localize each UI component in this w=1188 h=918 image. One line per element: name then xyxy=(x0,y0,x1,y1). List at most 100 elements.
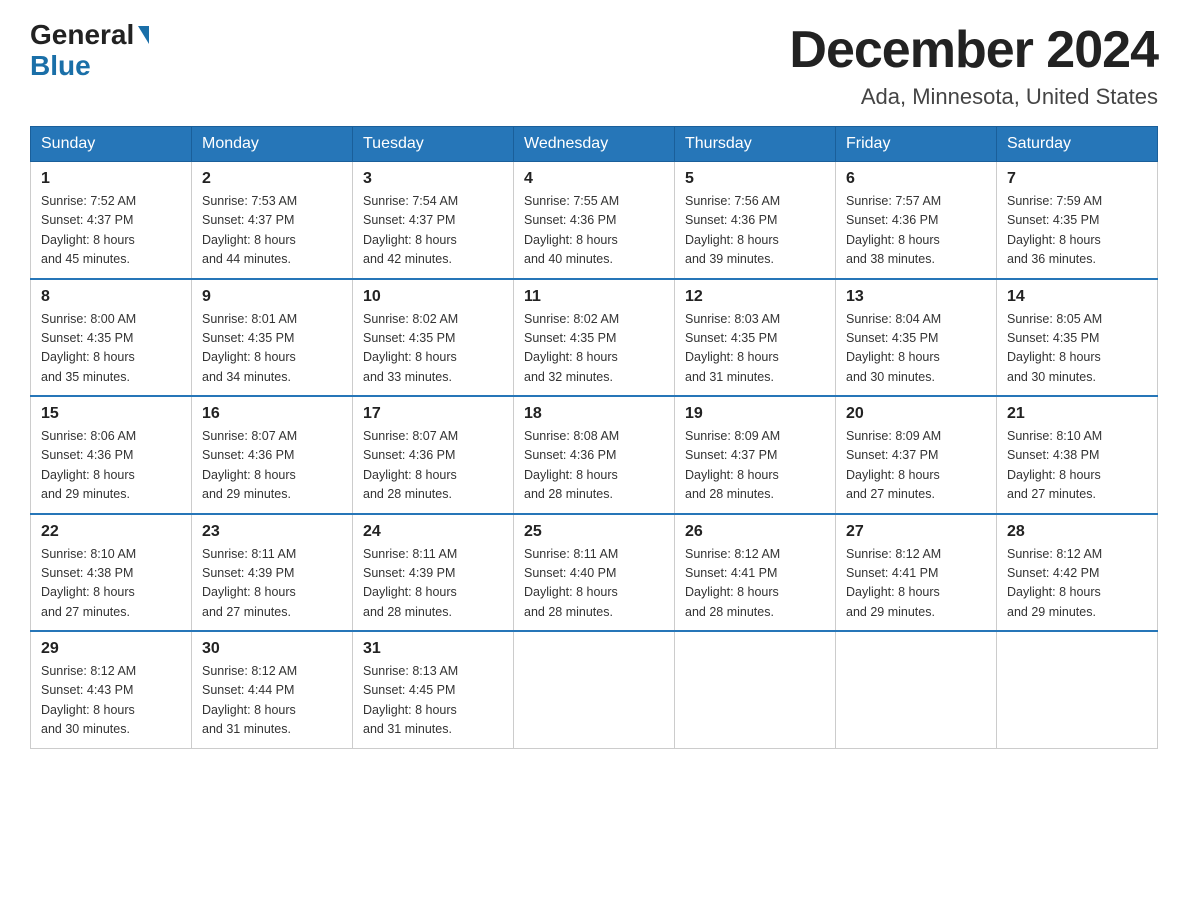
day-number: 13 xyxy=(846,288,986,306)
day-info: Sunrise: 7:55 AMSunset: 4:36 PMDaylight:… xyxy=(524,194,619,266)
day-info: Sunrise: 7:54 AMSunset: 4:37 PMDaylight:… xyxy=(363,194,458,266)
calendar-cell: 15 Sunrise: 8:06 AMSunset: 4:36 PMDaylig… xyxy=(31,396,192,514)
day-number: 21 xyxy=(1007,405,1147,423)
calendar-cell: 7 Sunrise: 7:59 AMSunset: 4:35 PMDayligh… xyxy=(997,162,1158,279)
calendar-cell: 18 Sunrise: 8:08 AMSunset: 4:36 PMDaylig… xyxy=(514,396,675,514)
header-tuesday: Tuesday xyxy=(353,127,514,162)
header-wednesday: Wednesday xyxy=(514,127,675,162)
day-info: Sunrise: 7:52 AMSunset: 4:37 PMDaylight:… xyxy=(41,194,136,266)
day-number: 2 xyxy=(202,170,342,188)
day-info: Sunrise: 8:08 AMSunset: 4:36 PMDaylight:… xyxy=(524,429,619,501)
header-sunday: Sunday xyxy=(31,127,192,162)
calendar-cell: 31 Sunrise: 8:13 AMSunset: 4:45 PMDaylig… xyxy=(353,631,514,748)
calendar-cell: 19 Sunrise: 8:09 AMSunset: 4:37 PMDaylig… xyxy=(675,396,836,514)
calendar-cell: 3 Sunrise: 7:54 AMSunset: 4:37 PMDayligh… xyxy=(353,162,514,279)
day-number: 5 xyxy=(685,170,825,188)
title-section: December 2024 Ada, Minnesota, United Sta… xyxy=(789,20,1158,110)
day-number: 27 xyxy=(846,523,986,541)
week-row-2: 8 Sunrise: 8:00 AMSunset: 4:35 PMDayligh… xyxy=(31,279,1158,397)
calendar-cell: 13 Sunrise: 8:04 AMSunset: 4:35 PMDaylig… xyxy=(836,279,997,397)
day-info: Sunrise: 7:57 AMSunset: 4:36 PMDaylight:… xyxy=(846,194,941,266)
day-number: 17 xyxy=(363,405,503,423)
calendar-cell: 29 Sunrise: 8:12 AMSunset: 4:43 PMDaylig… xyxy=(31,631,192,748)
calendar-cell: 2 Sunrise: 7:53 AMSunset: 4:37 PMDayligh… xyxy=(192,162,353,279)
day-info: Sunrise: 8:12 AMSunset: 4:41 PMDaylight:… xyxy=(685,547,780,619)
week-row-1: 1 Sunrise: 7:52 AMSunset: 4:37 PMDayligh… xyxy=(31,162,1158,279)
day-info: Sunrise: 8:12 AMSunset: 4:43 PMDaylight:… xyxy=(41,664,136,736)
calendar-cell xyxy=(514,631,675,748)
day-number: 18 xyxy=(524,405,664,423)
day-info: Sunrise: 8:07 AMSunset: 4:36 PMDaylight:… xyxy=(202,429,297,501)
day-number: 1 xyxy=(41,170,181,188)
week-row-4: 22 Sunrise: 8:10 AMSunset: 4:38 PMDaylig… xyxy=(31,514,1158,632)
day-number: 30 xyxy=(202,640,342,658)
calendar-cell: 9 Sunrise: 8:01 AMSunset: 4:35 PMDayligh… xyxy=(192,279,353,397)
calendar-cell: 12 Sunrise: 8:03 AMSunset: 4:35 PMDaylig… xyxy=(675,279,836,397)
day-number: 23 xyxy=(202,523,342,541)
day-number: 11 xyxy=(524,288,664,306)
month-title: December 2024 xyxy=(789,20,1158,80)
header-saturday: Saturday xyxy=(997,127,1158,162)
day-info: Sunrise: 8:01 AMSunset: 4:35 PMDaylight:… xyxy=(202,312,297,384)
day-info: Sunrise: 8:02 AMSunset: 4:35 PMDaylight:… xyxy=(524,312,619,384)
calendar-header-row: SundayMondayTuesdayWednesdayThursdayFrid… xyxy=(31,127,1158,162)
day-info: Sunrise: 8:04 AMSunset: 4:35 PMDaylight:… xyxy=(846,312,941,384)
calendar-cell: 16 Sunrise: 8:07 AMSunset: 4:36 PMDaylig… xyxy=(192,396,353,514)
day-number: 19 xyxy=(685,405,825,423)
week-row-3: 15 Sunrise: 8:06 AMSunset: 4:36 PMDaylig… xyxy=(31,396,1158,514)
day-number: 25 xyxy=(524,523,664,541)
page-header: General Blue December 2024 Ada, Minnesot… xyxy=(30,20,1158,110)
day-info: Sunrise: 8:11 AMSunset: 4:39 PMDaylight:… xyxy=(202,547,296,619)
header-thursday: Thursday xyxy=(675,127,836,162)
calendar-cell: 21 Sunrise: 8:10 AMSunset: 4:38 PMDaylig… xyxy=(997,396,1158,514)
day-info: Sunrise: 8:05 AMSunset: 4:35 PMDaylight:… xyxy=(1007,312,1102,384)
day-info: Sunrise: 7:59 AMSunset: 4:35 PMDaylight:… xyxy=(1007,194,1102,266)
calendar-cell xyxy=(836,631,997,748)
calendar-cell: 11 Sunrise: 8:02 AMSunset: 4:35 PMDaylig… xyxy=(514,279,675,397)
calendar-cell: 30 Sunrise: 8:12 AMSunset: 4:44 PMDaylig… xyxy=(192,631,353,748)
calendar-cell: 5 Sunrise: 7:56 AMSunset: 4:36 PMDayligh… xyxy=(675,162,836,279)
calendar-cell: 4 Sunrise: 7:55 AMSunset: 4:36 PMDayligh… xyxy=(514,162,675,279)
day-number: 20 xyxy=(846,405,986,423)
day-number: 29 xyxy=(41,640,181,658)
day-info: Sunrise: 7:56 AMSunset: 4:36 PMDaylight:… xyxy=(685,194,780,266)
calendar-cell: 17 Sunrise: 8:07 AMSunset: 4:36 PMDaylig… xyxy=(353,396,514,514)
day-info: Sunrise: 8:09 AMSunset: 4:37 PMDaylight:… xyxy=(685,429,780,501)
day-number: 22 xyxy=(41,523,181,541)
calendar-cell: 24 Sunrise: 8:11 AMSunset: 4:39 PMDaylig… xyxy=(353,514,514,632)
day-number: 7 xyxy=(1007,170,1147,188)
day-number: 10 xyxy=(363,288,503,306)
day-number: 9 xyxy=(202,288,342,306)
day-info: Sunrise: 8:12 AMSunset: 4:42 PMDaylight:… xyxy=(1007,547,1102,619)
day-number: 28 xyxy=(1007,523,1147,541)
calendar-cell: 26 Sunrise: 8:12 AMSunset: 4:41 PMDaylig… xyxy=(675,514,836,632)
day-number: 14 xyxy=(1007,288,1147,306)
day-info: Sunrise: 7:53 AMSunset: 4:37 PMDaylight:… xyxy=(202,194,297,266)
logo-triangle-icon xyxy=(138,26,149,44)
day-info: Sunrise: 8:12 AMSunset: 4:44 PMDaylight:… xyxy=(202,664,297,736)
day-info: Sunrise: 8:10 AMSunset: 4:38 PMDaylight:… xyxy=(41,547,136,619)
day-number: 31 xyxy=(363,640,503,658)
calendar-cell: 28 Sunrise: 8:12 AMSunset: 4:42 PMDaylig… xyxy=(997,514,1158,632)
header-friday: Friday xyxy=(836,127,997,162)
day-number: 16 xyxy=(202,405,342,423)
day-info: Sunrise: 8:00 AMSunset: 4:35 PMDaylight:… xyxy=(41,312,136,384)
location-title: Ada, Minnesota, United States xyxy=(789,84,1158,110)
calendar-cell: 1 Sunrise: 7:52 AMSunset: 4:37 PMDayligh… xyxy=(31,162,192,279)
day-info: Sunrise: 8:11 AMSunset: 4:40 PMDaylight:… xyxy=(524,547,618,619)
calendar-cell xyxy=(997,631,1158,748)
calendar-cell: 10 Sunrise: 8:02 AMSunset: 4:35 PMDaylig… xyxy=(353,279,514,397)
logo-blue-text: Blue xyxy=(30,51,149,82)
calendar-table: SundayMondayTuesdayWednesdayThursdayFrid… xyxy=(30,126,1158,749)
day-number: 4 xyxy=(524,170,664,188)
day-info: Sunrise: 8:11 AMSunset: 4:39 PMDaylight:… xyxy=(363,547,457,619)
calendar-cell: 20 Sunrise: 8:09 AMSunset: 4:37 PMDaylig… xyxy=(836,396,997,514)
calendar-cell xyxy=(675,631,836,748)
week-row-5: 29 Sunrise: 8:12 AMSunset: 4:43 PMDaylig… xyxy=(31,631,1158,748)
calendar-cell: 6 Sunrise: 7:57 AMSunset: 4:36 PMDayligh… xyxy=(836,162,997,279)
day-info: Sunrise: 8:02 AMSunset: 4:35 PMDaylight:… xyxy=(363,312,458,384)
day-number: 3 xyxy=(363,170,503,188)
day-number: 15 xyxy=(41,405,181,423)
day-info: Sunrise: 8:12 AMSunset: 4:41 PMDaylight:… xyxy=(846,547,941,619)
calendar-cell: 23 Sunrise: 8:11 AMSunset: 4:39 PMDaylig… xyxy=(192,514,353,632)
